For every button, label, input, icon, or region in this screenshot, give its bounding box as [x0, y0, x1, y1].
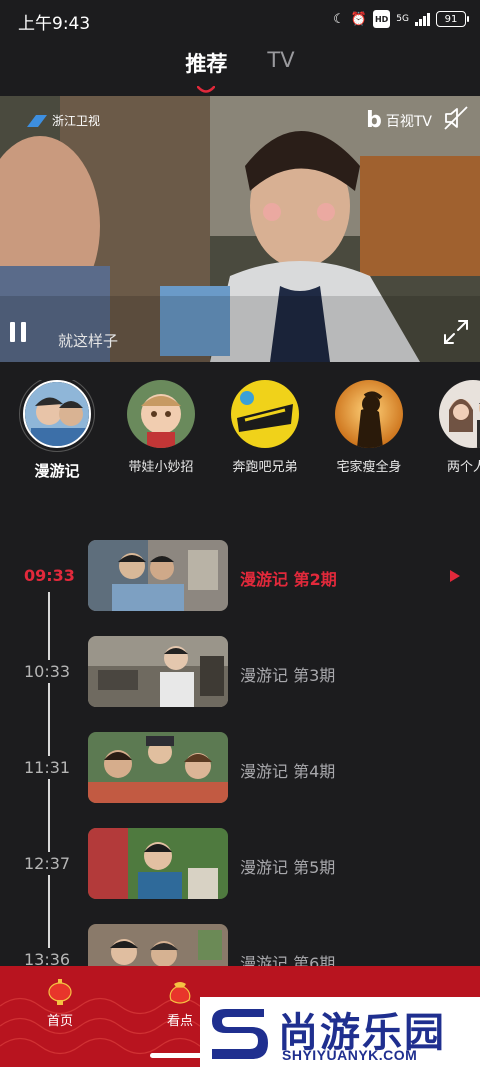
program-label: 漫游记 [34, 462, 80, 480]
schedule-time: 12:37 [24, 852, 76, 875]
top-tabs: 推荐 TV [0, 48, 480, 93]
nav-home-label: 首页 [46, 1014, 73, 1029]
episode-title: 漫游记 第2期 [240, 570, 337, 589]
channel-logo: 浙江卫视 [26, 112, 100, 129]
channel-logo-text: 浙江卫视 [52, 114, 101, 128]
fortune-bag-icon [169, 982, 191, 1004]
schedule-item[interactable]: 09:33 漫游记 第2期 [0, 540, 480, 612]
status-icons: ☾ ⏰ HD 5G 91 [333, 10, 469, 28]
hd-badge: HD [372, 10, 391, 28]
program-thumb [23, 380, 91, 448]
fullscreen-icon[interactable] [442, 318, 470, 346]
schedule-time: 10:33 [24, 660, 76, 683]
status-time: 上午9:43 [18, 13, 91, 34]
zhejiang-tv-icon [27, 114, 47, 127]
schedule-item[interactable]: 10:33 漫游记 第3期 [0, 636, 480, 708]
pause-icon[interactable] [10, 322, 30, 346]
video-player[interactable]: 浙江卫视 b 百视TV 就这样子 [0, 96, 480, 362]
video-frame [0, 96, 480, 362]
tab-recommend-label: 推荐 [185, 52, 228, 76]
program-item[interactable]: 宅家瘦全身 [330, 380, 408, 490]
episode-title: 漫游记 第5期 [240, 858, 336, 877]
program-list: 漫游记 带娃小妙招 奔跑吧兄弟 宅家瘦全身 两个人的 [0, 380, 480, 490]
episode-thumbnail [88, 828, 228, 899]
schedule-item[interactable]: 11:31 漫游记 第4期 [0, 732, 480, 804]
smile-indicator-icon [197, 86, 216, 93]
status-bar: 上午9:43 ☾ ⏰ HD 5G 91 [0, 0, 480, 42]
tab-recommend[interactable]: 推荐 [185, 48, 228, 93]
battery-icon: 91 [436, 11, 469, 27]
alarm-icon: ⏰ [350, 11, 367, 27]
program-item[interactable]: 带娃小妙招 [122, 380, 200, 490]
watermark: 尚游乐园 SHYIYUANYK.COM [200, 997, 480, 1067]
program-thumb [439, 380, 480, 448]
episode-thumbnail [88, 732, 228, 803]
program-thumb [127, 380, 195, 448]
brand-b-icon: b [366, 108, 382, 133]
schedule-item[interactable]: 12:37 漫游记 第5期 [0, 828, 480, 900]
brand-text: 百视TV [385, 114, 432, 130]
network-indicator: 5G [396, 10, 409, 28]
tab-tv-label: TV [267, 48, 295, 72]
program-label: 带娃小妙招 [128, 460, 194, 475]
episode-title: 漫游记 第4期 [240, 762, 336, 781]
battery-level: 91 [444, 13, 458, 25]
lantern-icon [48, 979, 72, 1005]
program-label: 两个人的 [446, 460, 480, 475]
nav-highlights-label: 看点 [166, 1014, 193, 1029]
tab-tv[interactable]: TV [267, 48, 294, 92]
episode-thumbnail [88, 636, 228, 707]
program-ring [19, 380, 95, 452]
moon-icon: ☾ [333, 11, 345, 27]
episode-thumbnail [88, 540, 228, 611]
program-item[interactable]: 两个人的 [434, 380, 480, 490]
program-label: 奔跑吧兄弟 [232, 460, 298, 475]
schedule-time: 09:33 [24, 564, 76, 587]
program-thumb [231, 380, 299, 448]
brand-logo: b 百视TV [366, 108, 432, 133]
watermark-s-logo-icon [212, 1009, 268, 1059]
program-thumb [335, 380, 403, 448]
program-item[interactable]: 漫游记 [18, 380, 96, 490]
schedule-time: 11:31 [24, 756, 76, 779]
nav-home[interactable]: 首页 [20, 978, 100, 1029]
play-arrow-icon[interactable] [450, 570, 460, 582]
mute-icon[interactable] [442, 104, 470, 132]
signal-icon [415, 12, 430, 26]
watermark-url: SHYIYUANYK.COM [282, 1047, 418, 1063]
network-label: 5G [396, 13, 409, 24]
program-item[interactable]: 奔跑吧兄弟 [226, 380, 304, 490]
episode-title: 漫游记 第3期 [240, 666, 336, 685]
program-label: 宅家瘦全身 [336, 460, 402, 475]
video-caption: 就这样子 [58, 332, 119, 350]
